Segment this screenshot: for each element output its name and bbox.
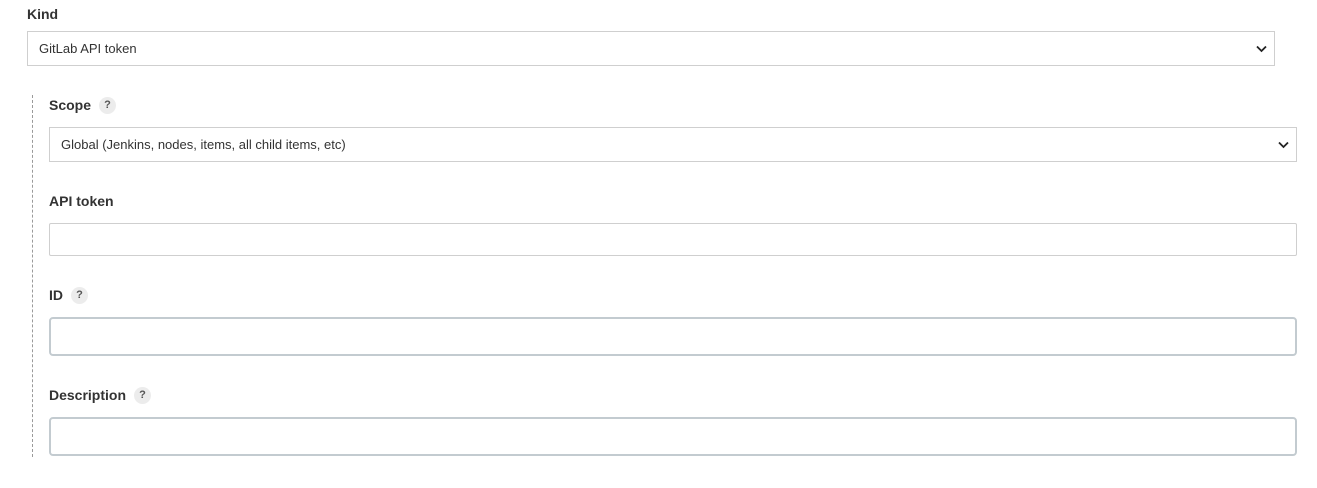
description-label: Description ? xyxy=(49,386,152,404)
scope-select-value: Global (Jenkins, nodes, items, all child… xyxy=(61,137,346,152)
id-label-text: ID xyxy=(49,287,63,303)
chevron-down-icon xyxy=(1277,139,1289,151)
description-input[interactable] xyxy=(49,417,1297,456)
chevron-down-icon xyxy=(1255,43,1267,55)
api-token-label-text: API token xyxy=(49,193,114,209)
kind-select[interactable]: GitLab API token xyxy=(27,31,1275,66)
credentials-form: Kind GitLab API token Scope ? Global (Je… xyxy=(0,0,1317,488)
scope-label-text: Scope xyxy=(49,97,92,113)
scope-label: Scope ? xyxy=(49,96,117,114)
help-icon[interactable]: ? xyxy=(134,386,152,404)
kind-label-text: Kind xyxy=(27,6,59,22)
id-input[interactable] xyxy=(49,317,1297,356)
description-label-text: Description xyxy=(49,387,127,403)
scope-select[interactable]: Global (Jenkins, nodes, items, all child… xyxy=(49,127,1297,162)
id-label: ID ? xyxy=(49,286,88,304)
help-icon[interactable]: ? xyxy=(99,96,117,114)
help-icon[interactable]: ? xyxy=(71,286,88,304)
kind-select-value: GitLab API token xyxy=(39,41,137,56)
api-token-input[interactable] xyxy=(49,223,1297,256)
api-token-label: API token xyxy=(49,192,114,210)
nested-section-divider xyxy=(32,95,33,457)
kind-label: Kind xyxy=(27,5,58,23)
